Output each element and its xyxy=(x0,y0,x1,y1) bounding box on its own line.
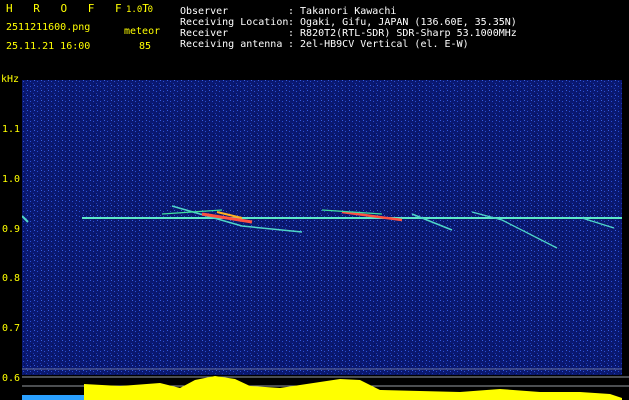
meteor-count: 85 xyxy=(139,41,152,52)
app-version: 1.0.0 xyxy=(126,5,154,15)
meteor-label: meteor xyxy=(124,26,161,37)
spectrogram-svg xyxy=(22,80,622,375)
y-tick-label: 0.7 xyxy=(2,323,21,334)
info-antenna-label: Receiving antenna xyxy=(180,39,283,50)
y-tick-label: 1.1 xyxy=(2,124,21,135)
spectrogram-canvas xyxy=(22,80,622,375)
info-antenna-value: : 2el-HB9CV Vertical (el. E-W) xyxy=(288,39,469,50)
date-time: 25.11.21 16:00 xyxy=(6,41,91,52)
header-panel: H R O F F T 1.0.0 2511211600.png meteor … xyxy=(0,0,629,72)
y-tick-label: 0.9 xyxy=(2,224,21,235)
y-tick-label: 0.8 xyxy=(2,273,21,284)
signal-strength-bar xyxy=(22,376,629,400)
file-name: 2511211600.png xyxy=(6,22,91,33)
noise-floor xyxy=(22,80,622,375)
y-tick-label: 1.0 xyxy=(2,174,21,185)
y-axis-unit: kHz xyxy=(1,74,20,85)
